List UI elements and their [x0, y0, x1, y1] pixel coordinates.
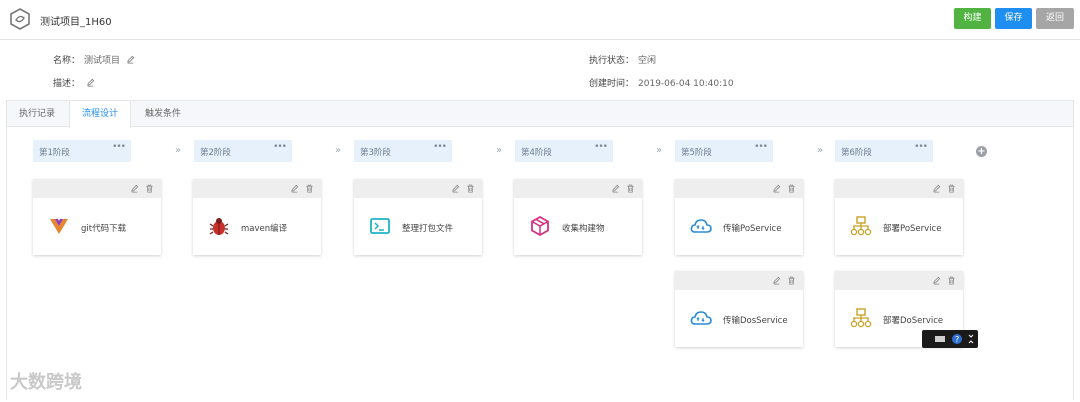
- delete-icon[interactable]: [626, 184, 635, 193]
- chevron-right-icon: »: [175, 145, 182, 156]
- delete-icon[interactable]: [145, 184, 154, 193]
- add-stage-button[interactable]: +: [976, 146, 987, 157]
- description-field: 描述：: [53, 76, 95, 89]
- edit-name-icon[interactable]: [126, 55, 135, 64]
- header-bar: 测试项目_1H60 构建 保存 返回: [0, 0, 1080, 40]
- stage-label: 第5阶段: [681, 148, 712, 158]
- task-card-toolbar: [193, 179, 321, 198]
- task-card-toolbar: [835, 179, 963, 198]
- edit-icon[interactable]: [130, 184, 139, 193]
- edit-icon[interactable]: [290, 184, 299, 193]
- edit-icon[interactable]: [932, 184, 941, 193]
- chevron-right-icon: »: [335, 145, 342, 156]
- task-card[interactable]: git代码下载: [33, 179, 161, 255]
- chevron-right-icon: »: [656, 145, 663, 156]
- name-label: 名称：: [53, 56, 81, 66]
- stage-1[interactable]: 第1阶段 •••: [33, 140, 131, 162]
- delete-icon[interactable]: [305, 184, 314, 193]
- delete-icon[interactable]: [787, 184, 796, 193]
- stage-more-icon[interactable]: •••: [754, 142, 768, 152]
- created-time-field: 创建时间： 2019-06-04 10:40:10: [589, 76, 734, 89]
- task-card-toolbar: [835, 271, 963, 290]
- stage-label: 第1阶段: [39, 148, 70, 158]
- edit-description-icon[interactable]: [86, 78, 95, 87]
- tab-execution-records[interactable]: 执行记录: [7, 101, 67, 127]
- tab-bar: 执行记录 流程设计 触发条件: [7, 101, 1073, 128]
- back-button[interactable]: 返回: [1036, 8, 1074, 29]
- delete-icon[interactable]: [787, 276, 796, 285]
- created-time-value: 2019-06-04 10:40:10: [638, 79, 734, 89]
- stage-6[interactable]: 第6阶段 •••: [835, 140, 933, 162]
- task-name: 整理打包文件: [402, 224, 454, 234]
- terminal-icon: [370, 218, 390, 234]
- stage-more-icon[interactable]: •••: [433, 142, 447, 152]
- name-field: 名称： 测试项目: [53, 53, 135, 66]
- task-card[interactable]: maven编译: [193, 179, 321, 255]
- task-name: 部署DoService: [883, 316, 944, 326]
- task-card-toolbar: [354, 179, 482, 198]
- edit-icon[interactable]: [611, 184, 620, 193]
- description-label: 描述：: [53, 79, 81, 89]
- task-card[interactable]: 传输DosService: [675, 271, 803, 347]
- bug-icon: [209, 218, 229, 235]
- task-card-toolbar: [33, 179, 161, 198]
- deploy-icon: [850, 308, 872, 328]
- task-card-toolbar: [514, 179, 642, 198]
- vue-icon: [50, 219, 68, 234]
- task-card-toolbar: [675, 179, 803, 198]
- save-button[interactable]: 保存: [995, 8, 1032, 29]
- project-logo-icon: [10, 8, 30, 30]
- stage-label: 第3阶段: [360, 148, 391, 158]
- task-name: git代码下载: [81, 224, 127, 234]
- task-name: maven编译: [241, 224, 288, 234]
- stage-more-icon[interactable]: •••: [273, 142, 287, 152]
- edit-icon[interactable]: [451, 184, 460, 193]
- delete-icon[interactable]: [466, 184, 475, 193]
- chevron-right-icon: »: [496, 145, 503, 156]
- task-name: 传输PoService: [723, 224, 782, 234]
- status-field: 执行状态： 空闲: [589, 53, 656, 66]
- svg-text:?: ?: [955, 335, 959, 344]
- cloud-upload-icon: [690, 219, 712, 233]
- edit-icon[interactable]: [772, 276, 781, 285]
- stage-label: 第2阶段: [200, 148, 231, 158]
- stage-3[interactable]: 第3阶段 •••: [354, 140, 452, 162]
- box-icon: [531, 215, 549, 237]
- tab-trigger-conditions[interactable]: 触发条件: [133, 101, 193, 127]
- stage-2[interactable]: 第2阶段 •••: [194, 140, 292, 162]
- watermark-text: 大数跨境: [10, 372, 82, 393]
- task-name: 传输DosService: [723, 316, 788, 326]
- tab-flow-design[interactable]: 流程设计: [69, 101, 131, 128]
- cloud-upload-icon: [690, 311, 712, 325]
- stage-label: 第6阶段: [841, 148, 872, 158]
- status-label: 执行状态：: [589, 56, 635, 66]
- task-name: 部署PoService: [883, 224, 942, 234]
- task-card[interactable]: 部署PoService: [835, 179, 963, 255]
- task-card[interactable]: 整理打包文件: [354, 179, 482, 255]
- stage-more-icon[interactable]: •••: [594, 142, 608, 152]
- delete-icon[interactable]: [947, 184, 956, 193]
- edit-icon[interactable]: [772, 184, 781, 193]
- page-title: 测试项目_1H60: [40, 17, 112, 28]
- task-name: 收集构建物: [562, 224, 605, 234]
- chevron-right-icon: »: [817, 145, 824, 156]
- stage-4[interactable]: 第4阶段 •••: [515, 140, 613, 162]
- stage-more-icon[interactable]: •••: [112, 142, 126, 152]
- status-value: 空闲: [638, 56, 657, 66]
- build-button[interactable]: 构建: [954, 8, 991, 29]
- stage-label: 第4阶段: [521, 148, 552, 158]
- edit-icon[interactable]: [932, 276, 941, 285]
- delete-icon[interactable]: [947, 276, 956, 285]
- floating-mini-toolbar[interactable]: ?: [922, 330, 978, 348]
- stage-5[interactable]: 第5阶段 •••: [675, 140, 773, 162]
- task-card-toolbar: [675, 271, 803, 290]
- created-time-label: 创建时间：: [589, 79, 635, 89]
- task-card[interactable]: 收集构建物: [514, 179, 642, 255]
- stage-more-icon[interactable]: •••: [914, 142, 928, 152]
- task-card[interactable]: 传输PoService: [675, 179, 803, 255]
- deploy-icon: [850, 216, 872, 236]
- mini-toolbar-icons: ?: [935, 334, 974, 344]
- name-value: 测试项目: [84, 56, 121, 66]
